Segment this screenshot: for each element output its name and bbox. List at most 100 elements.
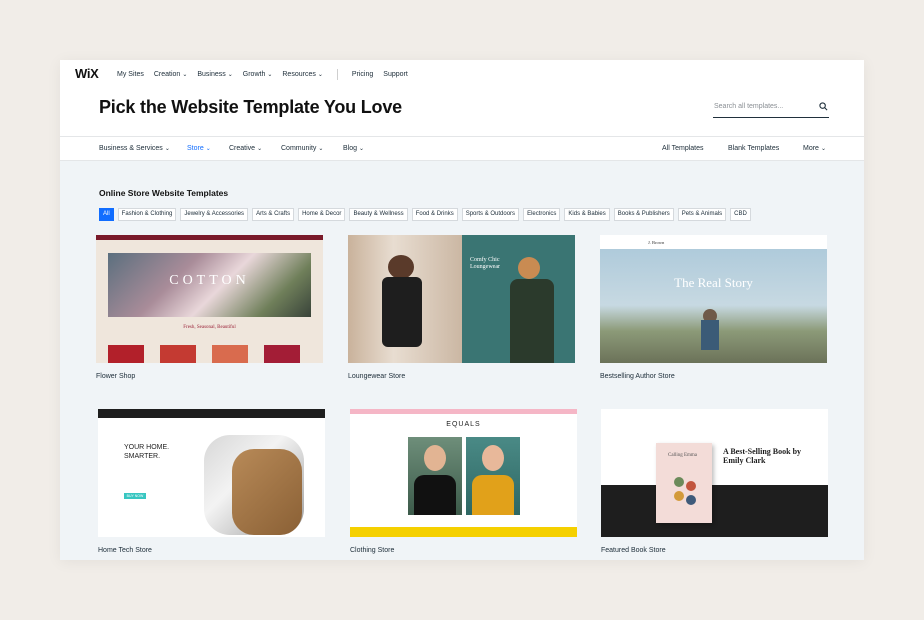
speaker-device xyxy=(204,435,304,535)
category-label: Community xyxy=(281,145,317,152)
search-input[interactable]: Search all templates... xyxy=(714,103,783,110)
hero-text: The Real Story xyxy=(674,275,753,290)
book-cover: Calling Emma xyxy=(656,443,712,523)
buy-now-button: BUY NOW xyxy=(124,493,146,499)
template-card[interactable]: COTTON Fresh, Seasonal, Beautiful Flower… xyxy=(96,235,323,380)
page-title: Pick the Website Template You Love xyxy=(99,97,402,117)
template-thumbnail[interactable]: Comfy Chic Loungewear xyxy=(348,235,575,363)
filter-chip[interactable]: Jewelry & Accessories xyxy=(180,208,249,221)
chevron-down-icon: ⌄ xyxy=(227,72,233,78)
nav-business[interactable]: Business ⌄ xyxy=(197,71,232,78)
person-figure xyxy=(701,320,719,350)
model-photo xyxy=(348,235,462,363)
thumbnail-bar xyxy=(350,409,577,414)
chevron-down-icon: ⌄ xyxy=(317,72,323,78)
model-clothing xyxy=(472,475,514,515)
nav-pricing[interactable]: Pricing xyxy=(352,71,373,78)
product-image xyxy=(212,345,248,363)
section-title: Online Store Website Templates xyxy=(99,188,229,198)
more-menu[interactable]: More ⌄ xyxy=(803,145,826,152)
model-photo xyxy=(466,437,520,515)
template-name[interactable]: Home Tech Store xyxy=(98,547,152,554)
template-thumbnail[interactable]: EQUALS xyxy=(350,409,577,537)
model-figure xyxy=(510,279,554,363)
model-figure xyxy=(382,277,422,347)
category-business-services[interactable]: Business & Services ⌄ xyxy=(99,145,170,152)
book-art xyxy=(674,491,684,501)
model-photo xyxy=(408,437,462,515)
chevron-down-icon: ⌄ xyxy=(205,146,211,152)
search-field[interactable]: Search all templates... xyxy=(713,98,829,118)
template-name[interactable]: Loungewear Store xyxy=(348,373,405,380)
templates-page: WiX My Sites Creation ⌄ Business ⌄ Growth ⌄… xyxy=(60,60,864,560)
filter-chip[interactable]: Pets & Animals xyxy=(677,208,727,221)
main-nav-links: My Sites Creation ⌄ Business ⌄ Growth ⌄ Res… xyxy=(117,69,408,80)
chevron-down-icon: ⌄ xyxy=(182,72,188,78)
nav-my-sites[interactable]: My Sites xyxy=(117,71,144,78)
filter-chip[interactable]: Food & Drinks xyxy=(411,208,458,221)
category-label: Blog xyxy=(343,145,358,152)
chevron-down-icon: ⌄ xyxy=(820,146,826,152)
filter-chip[interactable]: Electronics xyxy=(523,208,561,221)
category-label: Creative xyxy=(229,145,256,152)
category-blog[interactable]: Blog ⌄ xyxy=(343,145,364,152)
template-name[interactable]: Featured Book Store xyxy=(601,547,666,554)
book-art xyxy=(674,477,684,487)
template-card[interactable]: YOUR HOME. SMARTER. BUY NOW Home Tech St… xyxy=(98,409,325,554)
template-thumbnail[interactable]: Calling Emma A Best-Selling Book by Emil… xyxy=(601,409,828,537)
dark-band xyxy=(601,485,828,537)
filter-chip[interactable]: Beauty & Wellness xyxy=(349,208,408,221)
subcategory-filters: All Fashion & Clothing Jewelry & Accesso… xyxy=(99,208,751,221)
chevron-down-icon: ⌄ xyxy=(257,146,263,152)
template-name[interactable]: Bestselling Author Store xyxy=(600,373,675,380)
hero-text: COTTON xyxy=(169,273,250,288)
category-community[interactable]: Community ⌄ xyxy=(281,145,323,152)
more-label: More xyxy=(803,145,819,152)
book-art xyxy=(686,481,696,491)
category-bar: Business & Services ⌄ Store ⌄ Creative ⌄ Co… xyxy=(60,136,864,161)
nav-creation-label: Creation xyxy=(153,71,181,78)
template-thumbnail[interactable]: YOUR HOME. SMARTER. BUY NOW xyxy=(98,409,325,537)
filter-chip[interactable]: Kids & Babies xyxy=(564,208,610,221)
chevron-down-icon: ⌄ xyxy=(359,146,365,152)
model-face xyxy=(424,445,446,471)
hero-text: EQUALS xyxy=(446,421,481,428)
template-card[interactable]: J. Brown The Real Story Bestselling Auth… xyxy=(600,235,827,380)
category-store[interactable]: Store ⌄ xyxy=(187,145,211,152)
template-card[interactable]: EQUALS Clothing Store xyxy=(350,409,577,554)
all-templates-link[interactable]: All Templates xyxy=(662,145,704,152)
wix-logo[interactable]: WiX xyxy=(75,66,99,81)
model-figure xyxy=(518,257,540,279)
template-name[interactable]: Flower Shop xyxy=(96,373,135,380)
category-creative[interactable]: Creative ⌄ xyxy=(229,145,262,152)
template-card[interactable]: Calling Emma A Best-Selling Book by Emil… xyxy=(601,409,828,554)
filter-chip[interactable]: Books & Publishers xyxy=(613,208,674,221)
template-gallery: Online Store Website Templates All Fashi… xyxy=(60,161,864,560)
template-thumbnail[interactable]: J. Brown The Real Story xyxy=(600,235,827,363)
filter-chip[interactable]: Sports & Outdoors xyxy=(461,208,520,221)
nav-growth[interactable]: Growth ⌄ xyxy=(243,71,273,78)
chevron-down-icon: ⌄ xyxy=(164,146,170,152)
nav-creation[interactable]: Creation ⌄ xyxy=(154,71,188,78)
nav-business-label: Business xyxy=(197,71,226,78)
hero-text: A Best-Selling Book by Emily Clark xyxy=(723,447,802,465)
blank-templates-link[interactable]: Blank Templates xyxy=(728,145,779,152)
filter-chip[interactable]: All xyxy=(99,208,114,221)
product-image xyxy=(108,345,144,363)
filter-chip[interactable]: CBD xyxy=(730,208,751,221)
model-face xyxy=(482,445,504,471)
template-thumbnail[interactable]: COTTON Fresh, Seasonal, Beautiful xyxy=(96,235,323,363)
template-name[interactable]: Clothing Store xyxy=(350,547,394,554)
nav-support[interactable]: Support xyxy=(383,71,408,78)
hero-text: YOUR HOME. SMARTER. xyxy=(124,444,170,460)
template-card[interactable]: Comfy Chic Loungewear Loungewear Store xyxy=(348,235,575,380)
model-figure xyxy=(388,255,414,279)
filter-chip[interactable]: Arts & Crafts xyxy=(252,208,295,221)
search-icon[interactable] xyxy=(819,102,828,111)
filter-chip[interactable]: Fashion & Clothing xyxy=(117,208,177,221)
top-navigation: WiX My Sites Creation ⌄ Business ⌄ Growth ⌄… xyxy=(60,60,864,86)
filter-chip[interactable]: Home & Decor xyxy=(298,208,346,221)
nav-resources[interactable]: Resources ⌄ xyxy=(282,71,323,78)
product-image xyxy=(264,345,300,363)
hero-text: Comfy Chic Loungewear xyxy=(470,257,500,270)
